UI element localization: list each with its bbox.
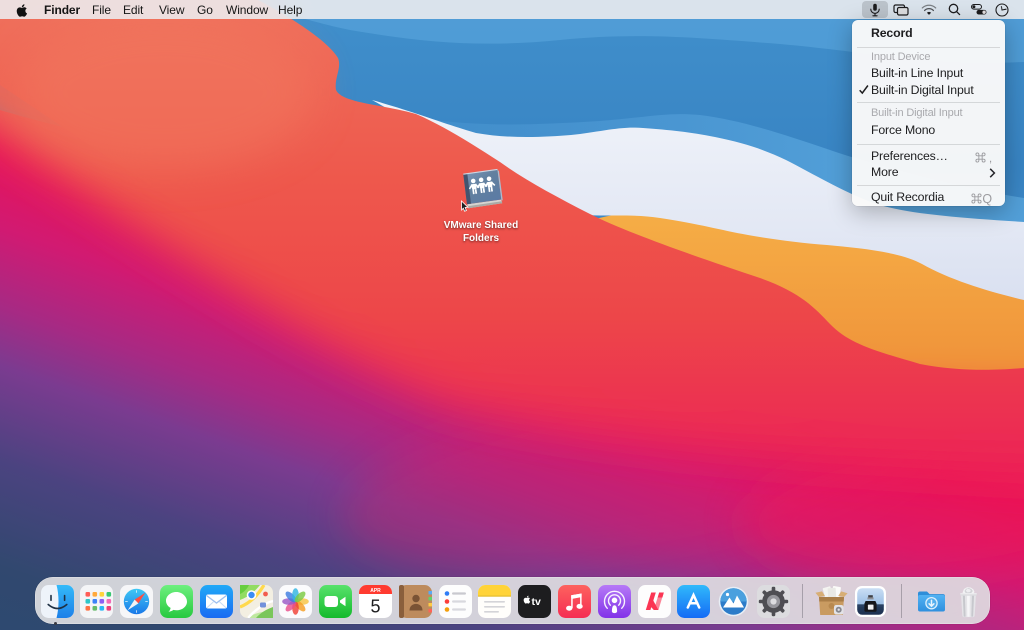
svg-text:APR: APR xyxy=(370,588,381,594)
svg-text:5: 5 xyxy=(370,597,380,617)
svg-text:tv: tv xyxy=(532,596,541,608)
